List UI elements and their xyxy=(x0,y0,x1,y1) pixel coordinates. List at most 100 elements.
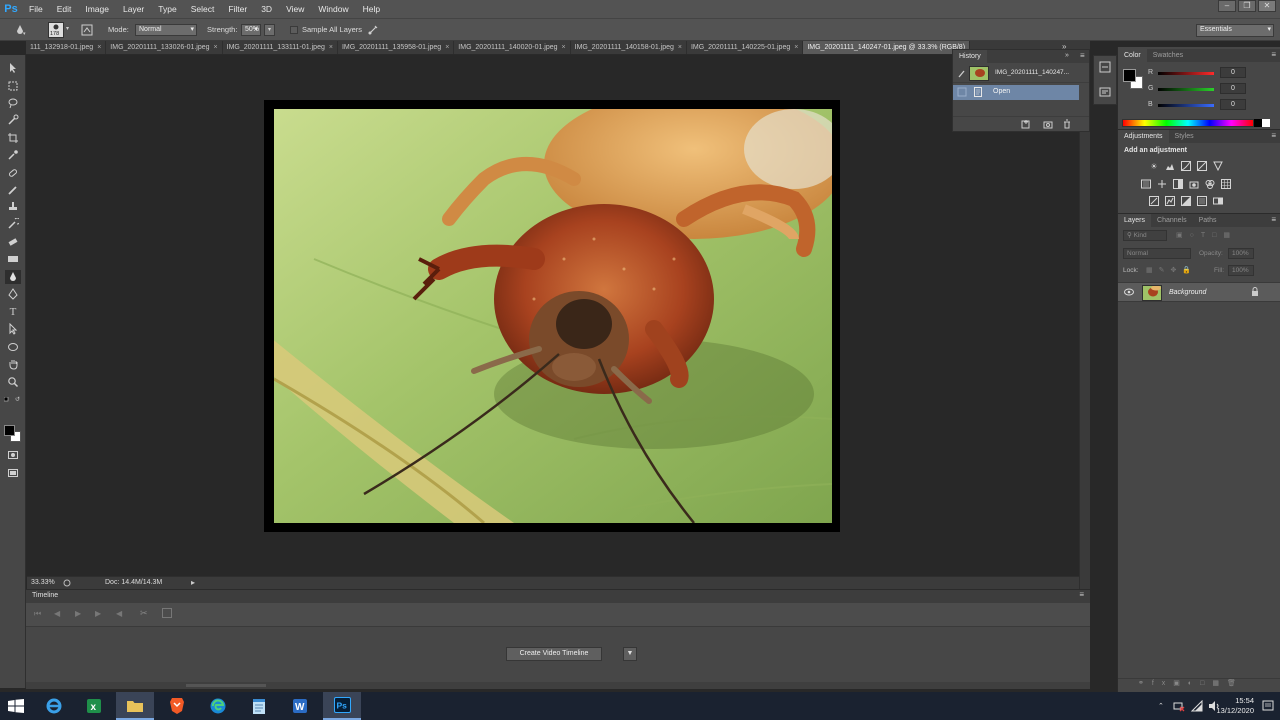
eraser-tool-icon[interactable] xyxy=(5,235,21,249)
menu-filter[interactable]: Filter xyxy=(221,0,254,18)
hand-tool-icon[interactable] xyxy=(5,357,21,371)
panel-menu-icon[interactable]: ≡ xyxy=(1271,215,1276,224)
color-lookup-icon[interactable] xyxy=(1220,178,1232,190)
brush-panel-toggle-icon[interactable] xyxy=(80,23,94,37)
close-button[interactable]: ✕ xyxy=(1258,0,1276,12)
menu-image[interactable]: Image xyxy=(78,0,116,18)
photo-filter-icon[interactable] xyxy=(1188,178,1200,190)
green-slider[interactable] xyxy=(1158,88,1214,91)
wifi-icon[interactable] xyxy=(1190,699,1203,712)
split-icon[interactable]: ✂ xyxy=(140,608,148,619)
layers-tab[interactable]: Layers xyxy=(1118,214,1152,227)
doc-tab[interactable]: 111_132918-01.jpeg × xyxy=(26,41,107,54)
blue-value[interactable]: 0 xyxy=(1220,99,1246,110)
invert-icon[interactable] xyxy=(1148,195,1160,207)
history-source-checkbox[interactable] xyxy=(957,87,967,97)
panel-menu-icon[interactable]: ≡ xyxy=(1271,131,1276,140)
layer-name[interactable]: Background xyxy=(1169,289,1206,296)
properties-panel-icon[interactable] xyxy=(1099,86,1111,98)
gradient-tool-icon[interactable] xyxy=(5,252,21,266)
audio-icon[interactable]: ◀ xyxy=(116,609,122,618)
black-swatch[interactable] xyxy=(1254,119,1262,127)
document-image[interactable] xyxy=(274,109,832,523)
blue-slider[interactable] xyxy=(1158,104,1214,107)
doc-tab[interactable]: IMG_20201111_133111-01.jpeg × xyxy=(223,41,338,54)
sponge-tool-icon[interactable] xyxy=(5,270,21,284)
doc-tab[interactable]: IMG_20201111_133026-01.jpeg × xyxy=(106,41,223,54)
history-brush-source-icon[interactable] xyxy=(958,69,966,78)
notifications-icon[interactable] xyxy=(1262,700,1274,712)
menu-view[interactable]: View xyxy=(279,0,311,18)
curves-icon[interactable] xyxy=(1180,160,1192,172)
file-explorer-icon[interactable] xyxy=(116,692,154,720)
history-step[interactable]: Open xyxy=(953,85,1079,100)
menu-layer[interactable]: Layer xyxy=(116,0,151,18)
opacity-input[interactable]: 100% xyxy=(1228,248,1254,259)
red-slider[interactable] xyxy=(1158,72,1214,75)
system-clock[interactable]: 15:54 13/12/2020 xyxy=(1216,696,1254,716)
healing-brush-tool-icon[interactable] xyxy=(5,166,21,180)
color-balance-icon[interactable] xyxy=(1156,178,1168,190)
close-tab-icon[interactable]: × xyxy=(329,44,333,51)
windows-start-icon[interactable] xyxy=(8,699,24,713)
camera-icon[interactable] xyxy=(1043,119,1053,129)
menu-edit[interactable]: Edit xyxy=(50,0,79,18)
black-white-icon[interactable] xyxy=(1172,178,1184,190)
history-snapshot[interactable]: IMG_20201111_140247... xyxy=(953,64,1089,83)
fill-input[interactable]: 100% xyxy=(1228,265,1254,276)
foreground-color-swatch[interactable] xyxy=(4,425,15,436)
new-document-from-state-icon[interactable] xyxy=(1021,119,1031,129)
next-frame-icon[interactable]: ▶ xyxy=(95,609,101,618)
notepad-icon[interactable] xyxy=(240,692,278,720)
canvas-vertical-scrollbar[interactable] xyxy=(1079,56,1090,589)
excel-icon[interactable]: x xyxy=(75,692,113,720)
color-tab[interactable]: Color xyxy=(1118,49,1147,62)
zoom-level[interactable]: 33.33% xyxy=(31,579,55,586)
timeline-tab[interactable]: Timeline xyxy=(32,592,58,599)
share-icon[interactable] xyxy=(63,579,71,587)
marquee-tool-icon[interactable] xyxy=(5,79,21,93)
zoom-tool-icon[interactable] xyxy=(5,375,21,389)
type-tool-icon[interactable]: T xyxy=(5,305,21,319)
collapse-panel-icon[interactable]: » xyxy=(1065,52,1069,59)
color-spectrum-ramp[interactable] xyxy=(1122,119,1254,127)
strength-slider-toggle[interactable]: ▾ xyxy=(264,24,275,36)
channels-tab[interactable]: Channels xyxy=(1151,214,1193,227)
menu-3d[interactable]: 3D xyxy=(254,0,279,18)
clone-stamp-tool-icon[interactable] xyxy=(5,200,21,214)
strength-input[interactable]: 50% xyxy=(241,24,261,36)
exposure-icon[interactable] xyxy=(1196,160,1208,172)
lasso-tool-icon[interactable] xyxy=(5,96,21,110)
word-icon[interactable]: W xyxy=(281,692,319,720)
minimize-button[interactable]: – xyxy=(1218,0,1236,12)
brightness-contrast-icon[interactable]: ☀ xyxy=(1148,160,1160,172)
internet-explorer-icon[interactable] xyxy=(35,692,73,720)
posterize-icon[interactable] xyxy=(1164,195,1176,207)
menu-select[interactable]: Select xyxy=(184,0,222,18)
history-tab[interactable]: History xyxy=(953,50,987,63)
close-tab-icon[interactable]: × xyxy=(678,44,682,51)
trash-icon[interactable] xyxy=(1062,119,1072,129)
menu-type[interactable]: Type xyxy=(151,0,183,18)
threshold-icon[interactable] xyxy=(1180,195,1192,207)
timeline-zoom-slider[interactable] xyxy=(186,684,266,687)
swatches-tab[interactable]: Swatches xyxy=(1147,49,1189,62)
levels-icon[interactable] xyxy=(1164,160,1176,172)
menu-file[interactable]: File xyxy=(22,0,50,18)
doc-tab[interactable]: IMG_20201111_140158-01.jpeg × xyxy=(571,41,687,54)
history-panel-icon[interactable] xyxy=(1099,61,1111,73)
eye-icon[interactable] xyxy=(1124,288,1134,296)
lock-options-icons[interactable]: ▦✎✥🔒 xyxy=(1146,266,1197,274)
layer-actions-icons[interactable]: ⚭fx▣◐□▦🗑 xyxy=(1138,679,1244,687)
sponge-tool-preset-icon[interactable]: ▾ xyxy=(12,23,28,37)
path-selection-tool-icon[interactable] xyxy=(5,322,21,336)
gradient-map-icon[interactable] xyxy=(1212,195,1224,207)
paths-tab[interactable]: Paths xyxy=(1193,214,1223,227)
history-brush-tool-icon[interactable] xyxy=(5,217,21,231)
pen-tool-icon[interactable] xyxy=(5,287,21,301)
play-icon[interactable]: ▶ xyxy=(75,609,81,618)
brush-tool-icon[interactable] xyxy=(5,183,21,197)
move-tool-icon[interactable] xyxy=(5,61,21,75)
channel-mixer-icon[interactable] xyxy=(1204,178,1216,190)
foreground-color-swatch[interactable] xyxy=(1123,69,1136,82)
